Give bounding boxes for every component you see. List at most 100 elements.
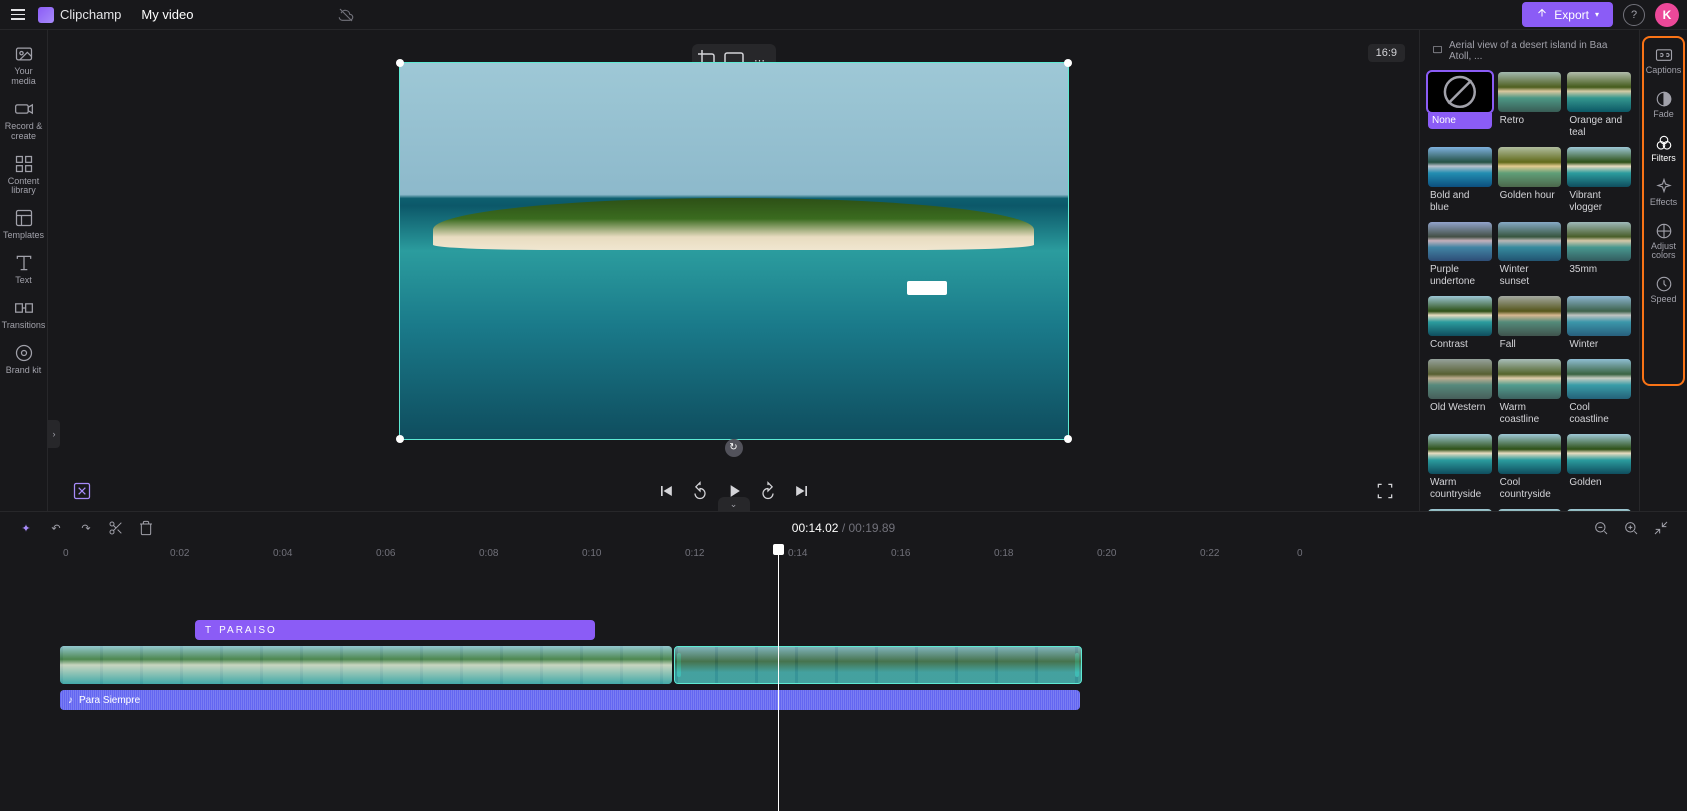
resize-handle-tl[interactable] [396,59,404,67]
zoom-in-button[interactable] [1623,520,1639,536]
canvas-area: ⋯ 16:9 ↻ [48,30,1419,471]
filter-winter-sunset[interactable]: Winter sunset [1498,222,1562,289]
filter-label: Contrast [1428,339,1492,351]
cloud-sync-off-icon[interactable] [337,6,355,24]
video-clip-1[interactable] [60,646,672,684]
zoom-out-button[interactable] [1593,520,1609,536]
resize-handle-br[interactable] [1064,435,1072,443]
filter-none[interactable]: None [1428,72,1492,139]
help-button[interactable]: ? [1623,4,1645,26]
filter-fall[interactable]: Fall [1498,296,1562,351]
property-tab-adjust[interactable]: Adjust colors [1640,216,1687,268]
sidebar-item-library[interactable]: Content library [0,150,47,201]
sidebar-item-text[interactable]: Text [0,249,47,290]
stage-collapse-toggle[interactable]: ⌄ [718,497,750,511]
effects-icon [1655,178,1673,196]
filter-cool-countryside[interactable]: Cool countryside [1498,434,1562,501]
filter-purple-undertone[interactable]: Purple undertone [1428,222,1492,289]
fit-timeline-button[interactable] [1653,520,1669,536]
trim-handle-left[interactable] [677,653,681,677]
filter-label: Warm coastline [1498,402,1562,426]
tracks: T PARAISO ♪ Para Siempre [0,568,1687,716]
right-panel-expand[interactable]: › [1419,420,1420,448]
total-time: 00:19.89 [849,521,896,535]
filter-golden[interactable]: Golden [1567,434,1631,501]
text-track-clip[interactable]: T PARAISO [195,620,595,640]
sidebar-item-media[interactable]: Your media [0,40,47,91]
filter-dreamscape[interactable]: Dreamscape [1428,509,1492,511]
filter-golden-hour[interactable]: Golden hour [1498,147,1562,214]
filter-contrast[interactable]: Contrast [1428,296,1492,351]
property-tab-speed[interactable]: Speed [1640,269,1687,311]
sidebar-item-label: Text [15,276,32,286]
playhead[interactable] [778,544,779,811]
sidebar-item-label: Record & create [2,122,45,142]
resize-handle-bl[interactable] [396,435,404,443]
upload-icon [1536,7,1548,22]
filter-label: Bold and blue [1428,190,1492,214]
undo-button[interactable]: ↶ [48,520,64,536]
filter-warm-countryside[interactable]: Warm countryside [1428,434,1492,501]
property-tab-effects[interactable]: Effects [1640,172,1687,214]
sidebar-item-brand[interactable]: Brand kit [0,339,47,380]
sidebar-item-templates[interactable]: Templates [0,204,47,245]
property-tab-fade[interactable]: Fade [1640,84,1687,126]
split-button[interactable] [108,520,124,536]
filter-orange-and-teal[interactable]: Orange and teal [1567,72,1631,139]
rotate-handle[interactable]: ↻ [725,439,743,457]
property-tab-label: Speed [1650,295,1676,305]
property-tab-label: Captions [1646,66,1682,76]
filter-winter[interactable]: Winter [1567,296,1631,351]
sidebar-item-transitions[interactable]: Transitions [0,294,47,335]
timeline-ruler[interactable]: 00:020:040:060:080:100:120:140:160:180:2… [0,544,1687,568]
delete-button[interactable] [138,520,154,536]
brand-name: Clipchamp [60,7,121,22]
auto-cut-button[interactable]: ✦ [18,520,34,536]
resize-handle-tr[interactable] [1064,59,1072,67]
filter-retro[interactable]: Retro [1498,72,1562,139]
filter-sunrise[interactable]: Sunrise [1498,509,1562,511]
skip-end-button[interactable] [792,481,812,501]
filter-vibrant-vlogger[interactable]: Vibrant vlogger [1567,147,1631,214]
filter-label: Golden hour [1498,190,1562,202]
current-time: 00:14.02 [792,521,839,535]
filter-thumb [1498,222,1562,262]
sidebar-item-camera[interactable]: Record & create [0,95,47,146]
filter-35mm[interactable]: 35mm [1567,222,1631,289]
video-clip-2-selected[interactable] [674,646,1082,684]
step-forward-button[interactable] [758,481,778,501]
filter-label: Winter [1567,339,1631,351]
main: Your media Record & create Content library… [0,30,1687,511]
property-tab-cc[interactable]: Captions [1640,40,1687,82]
filter-bold-and-blue[interactable]: Bold and blue [1428,147,1492,214]
user-avatar[interactable]: K [1655,3,1679,27]
hamburger-menu[interactable] [8,5,28,25]
filter-warm-coastline[interactable]: Warm coastline [1498,359,1562,426]
skip-start-button[interactable] [656,481,676,501]
ruler-tick: 0:22 [1200,548,1219,559]
audio-track-clip[interactable]: ♪ Para Siempre [60,690,1080,710]
video-title-input[interactable] [131,4,327,25]
filter-label: Cool coastline [1567,402,1631,426]
sidebar-item-label: Transitions [2,321,46,331]
step-back-button[interactable] [690,481,710,501]
export-label: Export [1554,8,1589,22]
trim-handle-right[interactable] [1075,653,1079,677]
filter-old-western[interactable]: Old Western [1428,359,1492,426]
fullscreen-button[interactable] [1375,481,1395,501]
timecode: 00:14.02 / 00:19.89 [792,521,895,535]
filter-thumb [1567,72,1631,112]
export-button[interactable]: Export ▾ [1522,2,1613,27]
brand[interactable]: Clipchamp [38,7,121,23]
left-sidebar: Your media Record & create Content library… [0,30,48,511]
filter-label: None [1428,113,1492,129]
chevron-down-icon: ▾ [1595,10,1599,19]
filter-warm-tone-film[interactable]: Warm tone film [1567,509,1631,511]
filter-cool-coastline[interactable]: Cool coastline [1567,359,1631,426]
filters-icon [1655,134,1673,152]
redo-button[interactable]: ↷ [78,520,94,536]
property-tab-filters[interactable]: Filters [1640,128,1687,170]
auto-compose-button[interactable] [72,481,92,501]
aspect-ratio-selector[interactable]: 16:9 [1368,44,1405,62]
video-canvas[interactable]: ↻ [399,62,1069,440]
